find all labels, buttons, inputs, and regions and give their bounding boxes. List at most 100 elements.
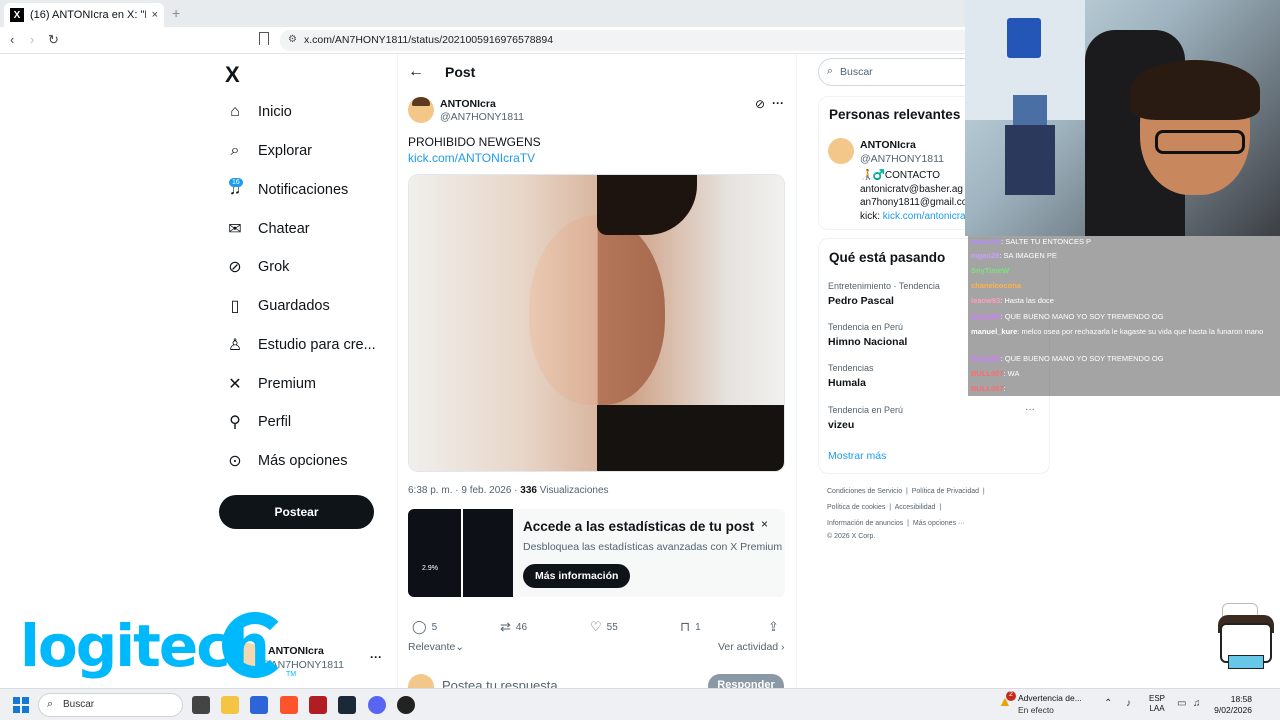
close-icon[interactable]: × <box>761 517 768 531</box>
heart-icon: ♡ <box>590 619 602 634</box>
post-button[interactable]: Postear <box>219 495 374 529</box>
chat-text: : <box>1003 384 1006 393</box>
search-input[interactable]: ⌕ Buscar <box>818 58 978 86</box>
show-more-link[interactable]: Mostrar más <box>828 450 886 462</box>
store-icon[interactable] <box>250 696 268 714</box>
column-divider <box>796 54 797 688</box>
back-arrow-icon[interactable]: ← <box>408 63 424 81</box>
taskbar-search[interactable]: ⌕ Buscar <box>38 693 183 717</box>
bookmark-page-icon[interactable] <box>259 32 269 45</box>
trend-item[interactable]: Tendencia en Perú vizeu <box>828 405 1038 431</box>
new-tab-button[interactable]: + <box>172 5 180 21</box>
share-button[interactable]: ⇪ <box>768 619 784 635</box>
volume-icon[interactable]: ♫ <box>1193 698 1201 709</box>
author-name[interactable]: ANTONIcra <box>440 98 496 110</box>
chevron-down-icon: ⌄ <box>455 641 465 653</box>
relevant-people-title: Personas relevantes <box>829 107 961 122</box>
repost-button[interactable]: ⇄ 46 <box>500 619 527 635</box>
relevant-handle[interactable]: @AN7HONY1811 <box>860 153 944 165</box>
nav-item-more[interactable]: ⊙ Más opciones <box>226 447 347 475</box>
account-more-icon[interactable]: ··· <box>370 650 382 664</box>
discord-icon[interactable] <box>368 696 386 714</box>
chat-user: manuel_kure <box>971 327 1018 336</box>
chat-message: BULL007: <box>971 384 1006 393</box>
reply-button[interactable]: ◯ 5 <box>412 619 437 635</box>
tab-title: (16) ANTONIcra en X: "PROHIBIDO <box>30 9 146 21</box>
stream-chat-overlay: mosaJI0: SALTE TU ENTONCES P mgan28: SA … <box>968 236 1280 396</box>
system-clock[interactable]: 18:58 9/02/2026 <box>1214 694 1252 716</box>
relevant-name[interactable]: ANTONIcra <box>860 139 916 151</box>
footer-link[interactable]: Más opciones ··· <box>913 520 965 527</box>
premium-promo-card: 2.9% Accede a las estadísticas de tu pos… <box>408 509 785 597</box>
search-icon: ⌕ <box>230 142 240 159</box>
footer-link[interactable]: Condiciones de Servicio <box>827 488 902 495</box>
nav-item-profile[interactable]: ⚲ Perfil <box>226 408 291 436</box>
back-arrow-icon[interactable]: ‹ <box>10 32 14 47</box>
browser-tab[interactable]: X (16) ANTONIcra en X: "PROHIBIDO × <box>4 3 164 27</box>
tab-close-button[interactable]: × <box>152 9 158 21</box>
steam-icon[interactable] <box>338 696 356 714</box>
chat-user: mosaJI0 <box>971 237 1002 246</box>
language-indicator[interactable]: ESP LAA <box>1149 694 1165 714</box>
bookmark-button[interactable]: ⊓ 1 <box>680 619 701 635</box>
chat-message: leaow93: Hasta las doce <box>971 296 1054 305</box>
nav-item-studio[interactable]: ♙ Estudio para cre... <box>226 331 376 359</box>
home-icon: ⌂ <box>230 103 240 120</box>
bookmark-icon: ▯ <box>230 298 240 315</box>
nav-item-explore[interactable]: ⌕ Explorar <box>226 137 312 165</box>
post-image[interactable] <box>408 174 785 472</box>
reply-submit-button[interactable]: Responder <box>708 674 784 688</box>
site-info-icon[interactable]: ⚙ <box>288 34 297 45</box>
footer-link[interactable]: Accesibilidad <box>895 504 936 511</box>
more-info-button[interactable]: Más información <box>523 564 631 588</box>
forward-arrow-icon[interactable]: › <box>30 32 34 47</box>
author-handle[interactable]: @AN7HONY1811 <box>440 111 524 123</box>
footer-link[interactable]: Información de anuncios <box>827 520 903 527</box>
bio-kick-label: kick: <box>860 210 883 222</box>
nav-item-grok[interactable]: ⊘ Grok <box>226 253 289 281</box>
author-avatar[interactable] <box>408 97 434 123</box>
brave-browser-icon[interactable] <box>280 696 298 714</box>
relevant-avatar[interactable] <box>828 138 854 164</box>
url-field[interactable]: x.com/AN7HONY1811/status/202100591697657… <box>280 30 980 51</box>
studio-icon: ♙ <box>227 337 243 354</box>
nav-item-bookmarks[interactable]: ▯ Guardados <box>226 292 330 320</box>
notification-badge: 16 <box>229 178 243 187</box>
relevant-bio: 🧑‍🦯♂️CONTACTO antonicratv@basher.ag an7h… <box>860 169 970 223</box>
bio-line: antonicratv@basher.ag <box>860 183 963 195</box>
app-icon[interactable] <box>309 696 327 714</box>
task-view-icon[interactable] <box>192 696 210 714</box>
file-explorer-icon[interactable] <box>221 696 239 714</box>
x-logo[interactable]: X <box>225 62 240 88</box>
microphone-icon[interactable]: ♪ <box>1126 698 1131 709</box>
trend-more-icon[interactable]: ··· <box>1025 404 1035 415</box>
more-icon[interactable]: ··· <box>772 96 784 110</box>
image-shirt <box>597 405 784 471</box>
warning-subtitle: En efecto <box>1018 705 1054 715</box>
repost-count: 46 <box>515 621 528 633</box>
network-icon[interactable]: ▭ <box>1177 698 1186 709</box>
reload-icon[interactable]: ↻ <box>48 32 59 48</box>
bio-kick-link[interactable]: kick.com/antonicra <box>883 211 966 222</box>
footer-link[interactable]: Política de Privacidad <box>912 488 979 495</box>
bio-line: kick: kick.com/antonicra <box>860 210 970 224</box>
reply-input[interactable]: Postea tu respuesta <box>442 678 558 688</box>
grok-icon[interactable]: ⊘ <box>755 97 765 111</box>
nav-item-premium[interactable]: ✕ Premium <box>226 370 316 398</box>
post-link[interactable]: kick.com/ANTONIcraTV <box>408 151 535 165</box>
footer-link[interactable]: Política de cookies <box>827 504 885 511</box>
obs-icon[interactable] <box>397 696 415 714</box>
chevron-up-icon[interactable]: ⌃ <box>1104 698 1112 709</box>
nav-item-chat[interactable]: ✉ Chatear <box>226 215 309 243</box>
windows-start-icon[interactable] <box>13 697 29 713</box>
nav-item-notifications[interactable]: ♫ Notificaciones <box>226 176 348 204</box>
view-activity-link[interactable]: Ver actividad › <box>718 641 785 653</box>
webcam-overlay <box>965 0 1280 236</box>
like-button[interactable]: ♡ 55 <box>590 619 618 635</box>
sort-replies-dropdown[interactable]: Relevante⌄ <box>408 641 464 653</box>
clock-date: 9/02/2026 <box>1214 705 1252 715</box>
chat-message: Darpy84: QUE BUENO MANO YO SOY TREMENDO … <box>971 312 1164 321</box>
nav-item-home[interactable]: ⌂ Inicio <box>226 98 292 126</box>
chat-text: : SALTE TU ENTONCES P <box>1001 237 1092 246</box>
like-count: 55 <box>606 621 618 633</box>
